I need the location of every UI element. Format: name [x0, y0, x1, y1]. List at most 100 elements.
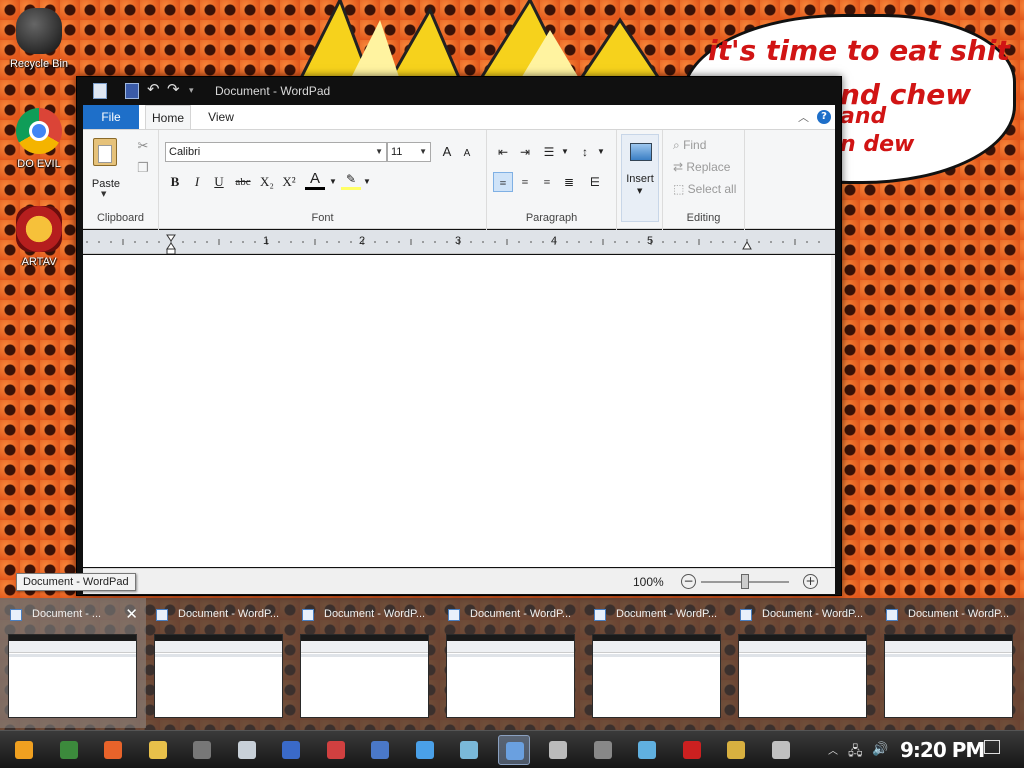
thumbnail-title: Document - WordP... — [762, 608, 864, 620]
font-family-select[interactable]: Calibri ▼ — [165, 142, 387, 162]
undo-icon[interactable]: ↶ — [147, 80, 160, 98]
calendar-app-icon — [326, 741, 345, 759]
insert-button[interactable]: Insert ▼ — [621, 134, 659, 222]
ruler-number: 5 — [647, 235, 654, 247]
taskbar-app-button[interactable] — [8, 735, 40, 765]
insert-group: Insert ▼ — [617, 130, 663, 230]
underline-button[interactable]: U — [209, 172, 229, 192]
taskbar-app-button[interactable] — [409, 735, 441, 765]
taskbar-app-button[interactable] — [364, 735, 396, 765]
action-center-icon[interactable] — [984, 740, 1000, 754]
network-icon[interactable]: 🖧 — [848, 742, 863, 764]
taskbar-app-button[interactable] — [631, 735, 663, 765]
strikethrough-button[interactable]: abc — [231, 172, 255, 192]
ruler-number: 1 — [263, 235, 270, 247]
italic-button[interactable]: I — [187, 172, 207, 192]
decrease-indent-icon[interactable]: ⇤ — [493, 142, 513, 162]
taskbar-app-button[interactable] — [676, 735, 708, 765]
taskbar-app-button[interactable] — [231, 735, 263, 765]
desktop-icon-artav[interactable]: ARTAV — [1, 206, 77, 268]
wordpad-window[interactable]: ↶ ↷ ▾ Document - WordPad File Home View … — [76, 76, 842, 596]
replace-icon: ⇄ — [673, 160, 687, 174]
tab-view[interactable]: View — [201, 105, 241, 129]
bubble-line-3: and — [840, 104, 887, 129]
clock[interactable]: 9:20 PM — [900, 738, 985, 762]
volume-icon[interactable]: 🔊 — [872, 742, 888, 757]
grow-font-button[interactable]: A — [437, 142, 457, 162]
taskbar-app-button[interactable] — [542, 735, 574, 765]
thumbnail-preview — [592, 634, 721, 718]
justify-icon[interactable]: ≣ — [559, 172, 579, 192]
find-button[interactable]: ⌕ Find — [673, 138, 706, 153]
copy-icon[interactable]: ❐ — [133, 158, 153, 178]
document-scrollbar[interactable] — [831, 255, 835, 567]
editing-group: ⌕ Find ⇄ Replace ⬚ Select all Editing — [663, 130, 745, 230]
taskbar-app-button[interactable] — [453, 735, 485, 765]
align-left-icon[interactable]: ≡ — [493, 172, 513, 192]
bubble-line-1: it's time to eat shit — [708, 34, 1010, 67]
window-thumbnail[interactable]: Document - WordP... — [438, 598, 584, 728]
taskbar-app-button[interactable] — [97, 735, 129, 765]
ruler[interactable]: 1 2 3 4 5 — [83, 230, 835, 254]
window-thumbnail[interactable]: Document - ... ✕ — [0, 598, 146, 728]
chrome-icon — [16, 108, 62, 154]
save-icon[interactable] — [125, 83, 139, 99]
desktop-icon-label: DO EVIL — [17, 158, 61, 170]
window-thumbnail[interactable]: Document - WordP... — [146, 598, 292, 728]
customize-qat-icon[interactable]: ▾ — [189, 86, 194, 102]
tab-home[interactable]: Home — [145, 105, 191, 129]
desktop-icon-do-evil[interactable]: DO EVIL — [1, 108, 77, 170]
align-right-icon[interactable]: ≡ — [537, 172, 557, 192]
window-thumbnail[interactable]: Document - WordP... — [292, 598, 438, 728]
paste-button[interactable]: Paste ▼ — [89, 136, 123, 198]
zoom-slider-thumb[interactable] — [741, 574, 749, 589]
font-size-select[interactable]: 11 ▼ — [387, 142, 431, 162]
wordpad-app-icon[interactable] — [93, 83, 107, 99]
shrink-font-button[interactable]: A — [457, 144, 477, 164]
taskbar-app-button[interactable] — [53, 735, 85, 765]
redo-icon[interactable]: ↷ — [167, 80, 180, 98]
cut-icon[interactable]: ✂ — [133, 136, 153, 156]
help-icon[interactable]: ? — [817, 110, 831, 124]
desktop-icon-recycle-bin[interactable]: Recycle Bin — [1, 8, 77, 70]
taskbar-app-button[interactable] — [186, 735, 218, 765]
document-area[interactable] — [83, 255, 835, 567]
taskbar-thumbnail-strip: Document - ... ✕ Document - WordP... Docume… — [0, 598, 1024, 730]
paste-label: Paste — [91, 178, 121, 190]
font-color-dropdown-icon[interactable]: ▼ — [323, 172, 343, 192]
align-center-icon[interactable]: ≡ — [515, 172, 535, 192]
zoom-out-button[interactable]: − — [681, 574, 696, 589]
window-thumbnail[interactable]: Document - WordP... — [584, 598, 730, 728]
collapse-ribbon-icon[interactable]: ︿ — [798, 109, 809, 125]
insert-label: Insert — [626, 173, 654, 185]
opera-icon — [682, 741, 701, 759]
taskbar-app-button[interactable] — [765, 735, 797, 765]
taskbar-app-button[interactable] — [275, 735, 307, 765]
paragraph-settings-icon[interactable]: ⋿ — [585, 172, 605, 192]
select-all-button[interactable]: ⬚ Select all — [673, 182, 736, 196]
window-thumbnail[interactable]: Document - WordP... — [876, 598, 1022, 728]
font-size-value: 11 — [391, 146, 403, 158]
bullets-dropdown-icon[interactable]: ▼ — [555, 142, 575, 162]
title-bar[interactable]: ↶ ↷ ▾ Document - WordPad — [77, 77, 841, 105]
close-icon[interactable]: ✕ — [125, 605, 138, 623]
font-color-button[interactable]: A — [305, 170, 325, 190]
ribbon-tabs: File Home View ︿ ? — [83, 105, 835, 129]
taskbar-app-button[interactable] — [497, 735, 530, 765]
line-spacing-dropdown-icon[interactable]: ▼ — [591, 142, 611, 162]
increase-indent-icon[interactable]: ⇥ — [515, 142, 535, 162]
taskbar-app-button[interactable] — [720, 735, 752, 765]
window-thumbnail[interactable]: Document - WordP... — [730, 598, 876, 728]
taskbar-app-button[interactable] — [320, 735, 352, 765]
tab-file[interactable]: File — [83, 105, 139, 129]
taskbar-tooltip: Document - WordPad — [16, 573, 136, 591]
subscript-button[interactable]: X₂ — [257, 172, 277, 192]
replace-button[interactable]: ⇄ Replace — [673, 160, 730, 174]
taskbar-app-button[interactable] — [587, 735, 619, 765]
taskbar-app-button[interactable] — [142, 735, 174, 765]
show-hidden-icons-icon[interactable]: ︿ — [828, 742, 838, 757]
bold-button[interactable]: B — [165, 172, 185, 192]
zoom-in-button[interactable]: + — [803, 574, 818, 589]
highlight-dropdown-icon[interactable]: ▼ — [357, 172, 377, 192]
superscript-button[interactable]: X² — [279, 172, 299, 192]
